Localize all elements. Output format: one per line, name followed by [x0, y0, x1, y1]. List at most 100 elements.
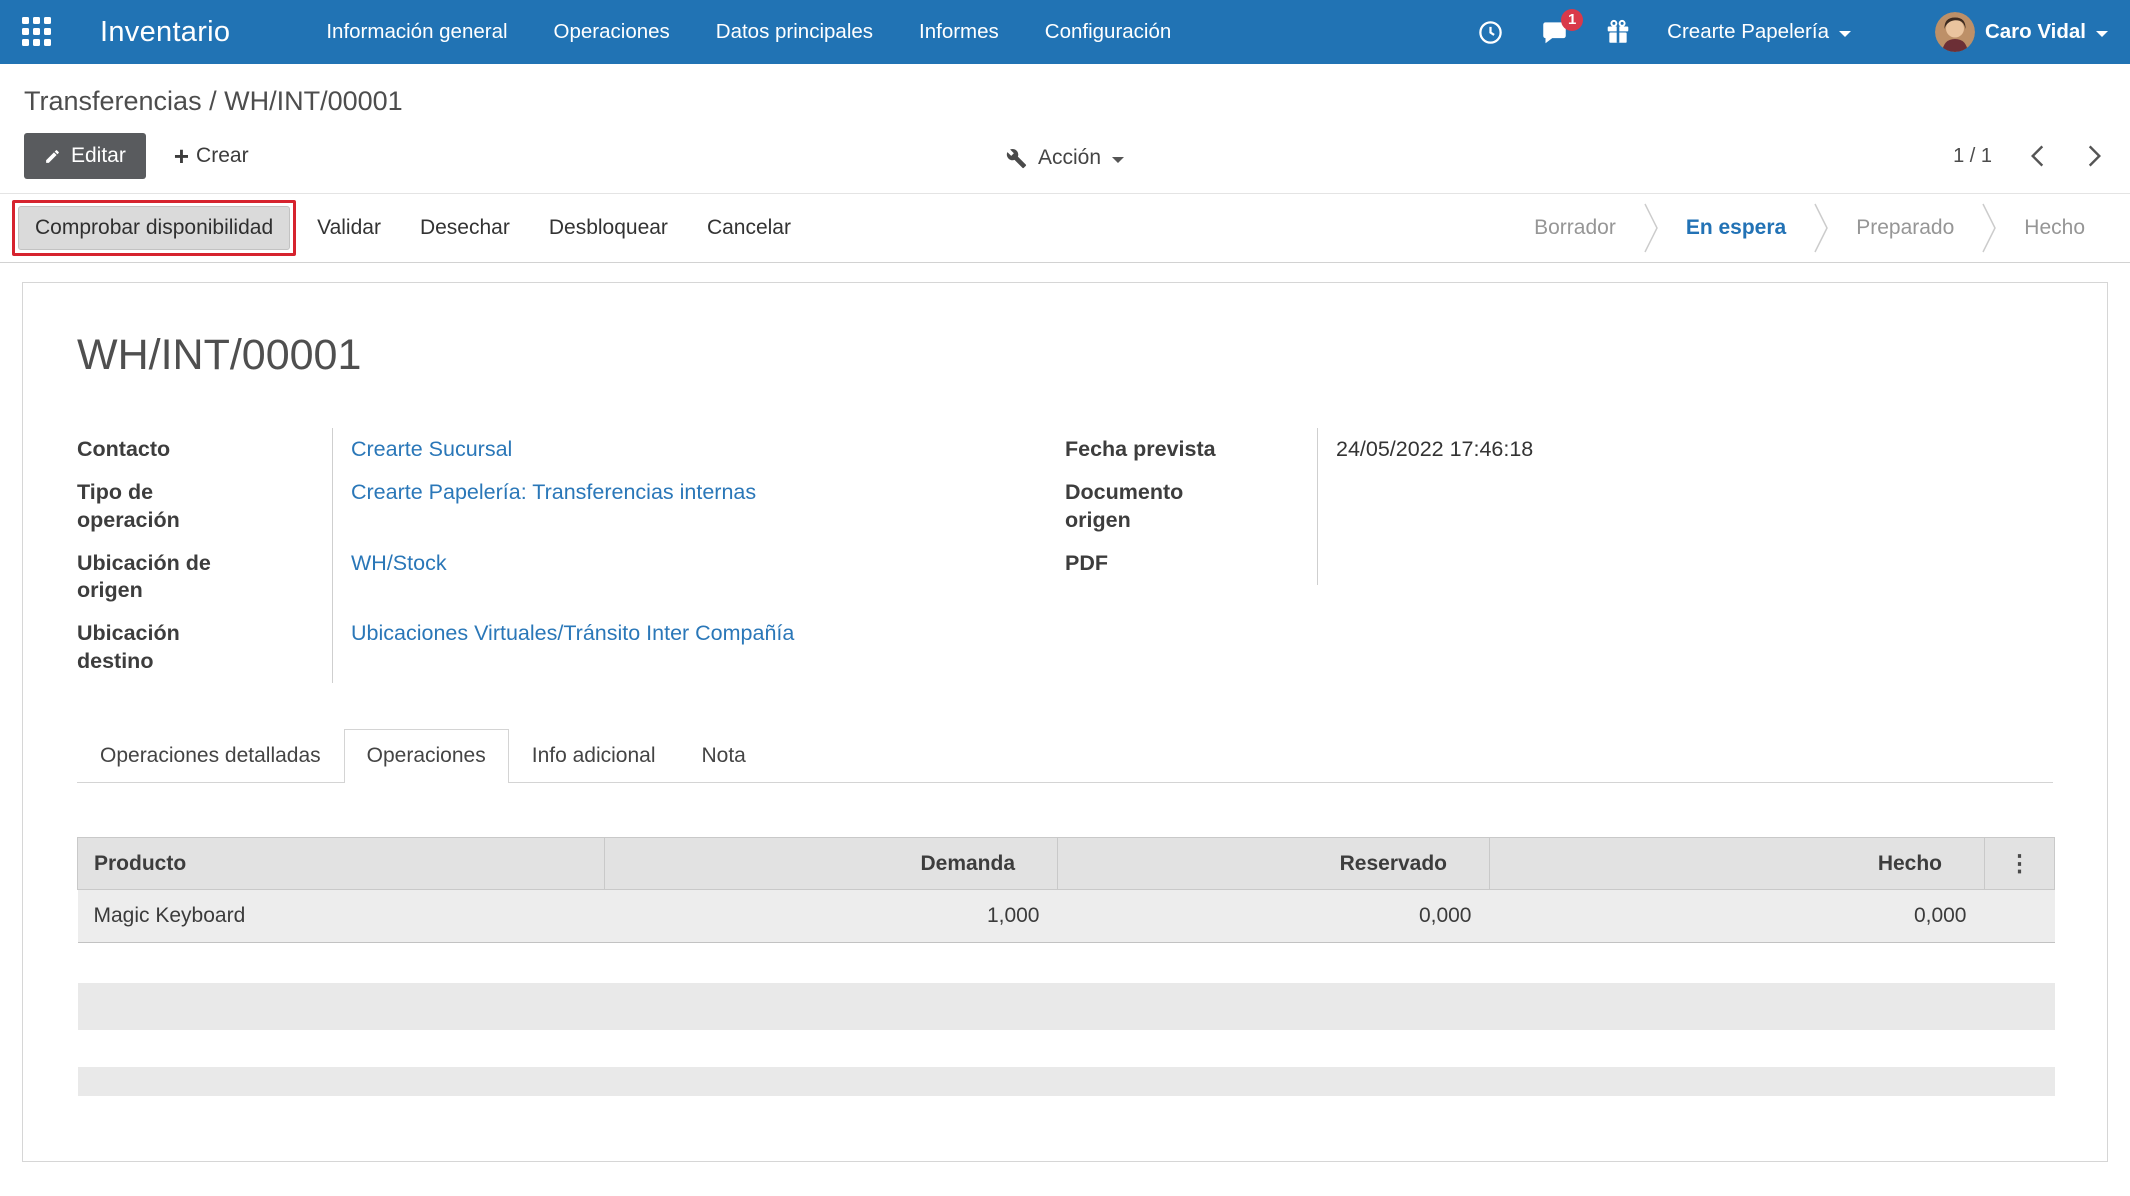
field-label: Ubicación destino: [77, 621, 180, 673]
cell-reservado: 0,000: [1418, 904, 1472, 928]
menu-configuracion[interactable]: Configuración: [1045, 20, 1172, 44]
pager-previous-button[interactable]: [2026, 140, 2049, 172]
plus-icon: +: [173, 141, 190, 171]
tab-nota[interactable]: Nota: [679, 729, 769, 782]
company-name: Crearte Papelería: [1667, 20, 1829, 43]
wrench-icon: [1006, 148, 1027, 168]
operations-table: Producto Demanda Reservado Hecho ⋮ Magic…: [77, 837, 2055, 1096]
check-availability-button[interactable]: Comprobar disponibilidad: [18, 206, 291, 250]
stage-en-espera[interactable]: En espera: [1659, 216, 1813, 240]
avatar: [1934, 12, 1975, 52]
form-sheet: WH/INT/00001 Contacto Crearte Sucursal T…: [22, 282, 2108, 1162]
chevron-down-icon: [1838, 30, 1851, 37]
tab-info-adicional[interactable]: Info adicional: [509, 729, 679, 782]
field-contacto: Contacto Crearte Sucursal: [77, 428, 946, 472]
field-tipo-operacion: Tipo de operación Crearte Papelería: Tra…: [77, 471, 946, 542]
column-header-reservado[interactable]: Reservado: [1057, 837, 1490, 891]
chevron-right-icon: [2088, 145, 2101, 167]
breadcrumb-separator: /: [209, 86, 217, 116]
cancel-button[interactable]: Cancelar: [707, 216, 791, 240]
main-menu: Información general Operaciones Datos pr…: [326, 20, 1171, 44]
pager-value: 1 / 1: [1953, 144, 1992, 167]
cell-demanda: 1,000: [986, 904, 1040, 928]
tab-operaciones-detalladas[interactable]: Operaciones detalladas: [77, 729, 344, 782]
ubicacion-destino-link[interactable]: Ubicaciones Virtuales/Tránsito Inter Com…: [351, 621, 794, 645]
field-label: PDF: [1065, 550, 1108, 575]
tab-operaciones[interactable]: Operaciones: [343, 729, 509, 784]
fecha-prevista-value: 24/05/2022 17:46:18: [1336, 437, 1534, 461]
empty-row: [77, 982, 2055, 1030]
field-ubicacion-destino: Ubicación destino Ubicaciones Virtuales/…: [77, 612, 946, 684]
messages-badge: 1: [1561, 8, 1584, 31]
field-label: Fecha prevista: [1065, 437, 1216, 461]
action-menu[interactable]: Acción: [1006, 146, 1125, 170]
highlight-box: Comprobar disponibilidad: [12, 200, 297, 256]
top-navbar: Inventario Información general Operacion…: [0, 0, 2130, 64]
pager: 1 / 1: [1953, 140, 2106, 172]
field-documento-origen: Documento origen: [1065, 471, 2053, 542]
field-ubicacion-origen: Ubicación de origen WH/Stock: [77, 541, 946, 613]
ubicacion-origen-link[interactable]: WH/Stock: [351, 551, 447, 575]
stage-pipeline: Borrador En espera Preparado Hecho: [1507, 202, 2112, 254]
empty-row: [77, 1066, 2055, 1096]
field-label: Ubicación de origen: [77, 550, 211, 603]
user-name: Caro Vidal: [1984, 20, 2086, 43]
menu-informacion-general[interactable]: Información general: [326, 20, 507, 44]
stage-separator: [1813, 202, 1829, 254]
stage-hecho[interactable]: Hecho: [1997, 216, 2112, 240]
column-header-hecho[interactable]: Hecho: [1489, 837, 1985, 891]
field-groups: Contacto Crearte Sucursal Tipo de operac…: [77, 428, 2053, 684]
breadcrumb-parent[interactable]: Transferencias: [24, 86, 202, 116]
field-group-right: Fecha prevista 24/05/2022 17:46:18 Docum…: [1065, 428, 2053, 683]
menu-datos-principales[interactable]: Datos principales: [716, 20, 873, 44]
chevron-down-icon: [2096, 30, 2108, 37]
breadcrumb-current: WH/INT/00001: [224, 86, 403, 116]
scrap-button[interactable]: Desechar: [420, 216, 510, 240]
validate-button[interactable]: Validar: [317, 216, 381, 240]
tipo-operacion-link[interactable]: Crearte Papelería: Transferencias intern…: [351, 480, 756, 504]
pager-next-button[interactable]: [2083, 140, 2106, 172]
chevron-left-icon: [2031, 145, 2044, 167]
chevron-down-icon: [1112, 156, 1125, 163]
contacto-link[interactable]: Crearte Sucursal: [351, 437, 512, 461]
field-pdf: PDF: [1065, 541, 2053, 586]
cell-hecho: 0,000: [1913, 904, 1967, 928]
pencil-icon: [46, 149, 59, 163]
table-row[interactable]: Magic Keyboard 1,000 0,000 0,000: [77, 889, 2055, 943]
notebook-tabs: Operaciones detalladas Operaciones Info …: [77, 729, 2053, 784]
stage-separator: [1643, 202, 1659, 254]
user-menu[interactable]: Caro Vidal: [1934, 12, 2108, 52]
messages-icon[interactable]: 1: [1540, 8, 1584, 46]
column-header-demanda[interactable]: Demanda: [604, 837, 1058, 891]
table-header-row: Producto Demanda Reservado Hecho ⋮: [77, 837, 2055, 891]
field-fecha-prevista: Fecha prevista 24/05/2022 17:46:18: [1065, 428, 2053, 472]
empty-row: [77, 942, 2055, 983]
empty-row: [77, 1029, 2055, 1067]
cell-producto: Magic Keyboard: [93, 904, 246, 928]
column-header-producto[interactable]: Producto: [77, 837, 605, 891]
stage-separator: [1981, 202, 1997, 254]
record-title: WH/INT/00001: [77, 331, 362, 379]
optional-columns-toggle[interactable]: ⋮: [1984, 837, 2055, 891]
navbar-systray: 1 Crearte Papelería Caro Vidal: [1477, 8, 2108, 52]
statusbar: Comprobar disponibilidad Validar Desecha…: [0, 193, 2130, 263]
apps-menu-icon[interactable]: [22, 17, 52, 47]
menu-informes[interactable]: Informes: [919, 20, 999, 44]
field-label: Documento origen: [1065, 480, 1184, 532]
control-panel: Editar + Crear Acción 1 / 1: [0, 123, 2130, 193]
company-switcher[interactable]: Crearte Papelería: [1667, 20, 1851, 44]
kebab-icon: ⋮: [2008, 850, 2031, 877]
app-title[interactable]: Inventario: [100, 16, 230, 49]
field-label: Contacto: [77, 437, 171, 461]
field-label: Tipo de operación: [77, 480, 180, 532]
create-button[interactable]: + Crear: [173, 141, 249, 171]
stage-preparado[interactable]: Preparado: [1829, 216, 1981, 240]
stage-borrador[interactable]: Borrador: [1507, 216, 1643, 240]
field-group-left: Contacto Crearte Sucursal Tipo de operac…: [77, 428, 946, 684]
unlock-button[interactable]: Desbloquear: [549, 216, 668, 240]
edit-button[interactable]: Editar: [24, 133, 146, 179]
activities-clock-icon[interactable]: [1477, 19, 1504, 46]
gift-icon[interactable]: [1605, 19, 1631, 46]
menu-operaciones[interactable]: Operaciones: [554, 20, 670, 44]
breadcrumb: Transferencias / WH/INT/00001: [0, 64, 2130, 123]
